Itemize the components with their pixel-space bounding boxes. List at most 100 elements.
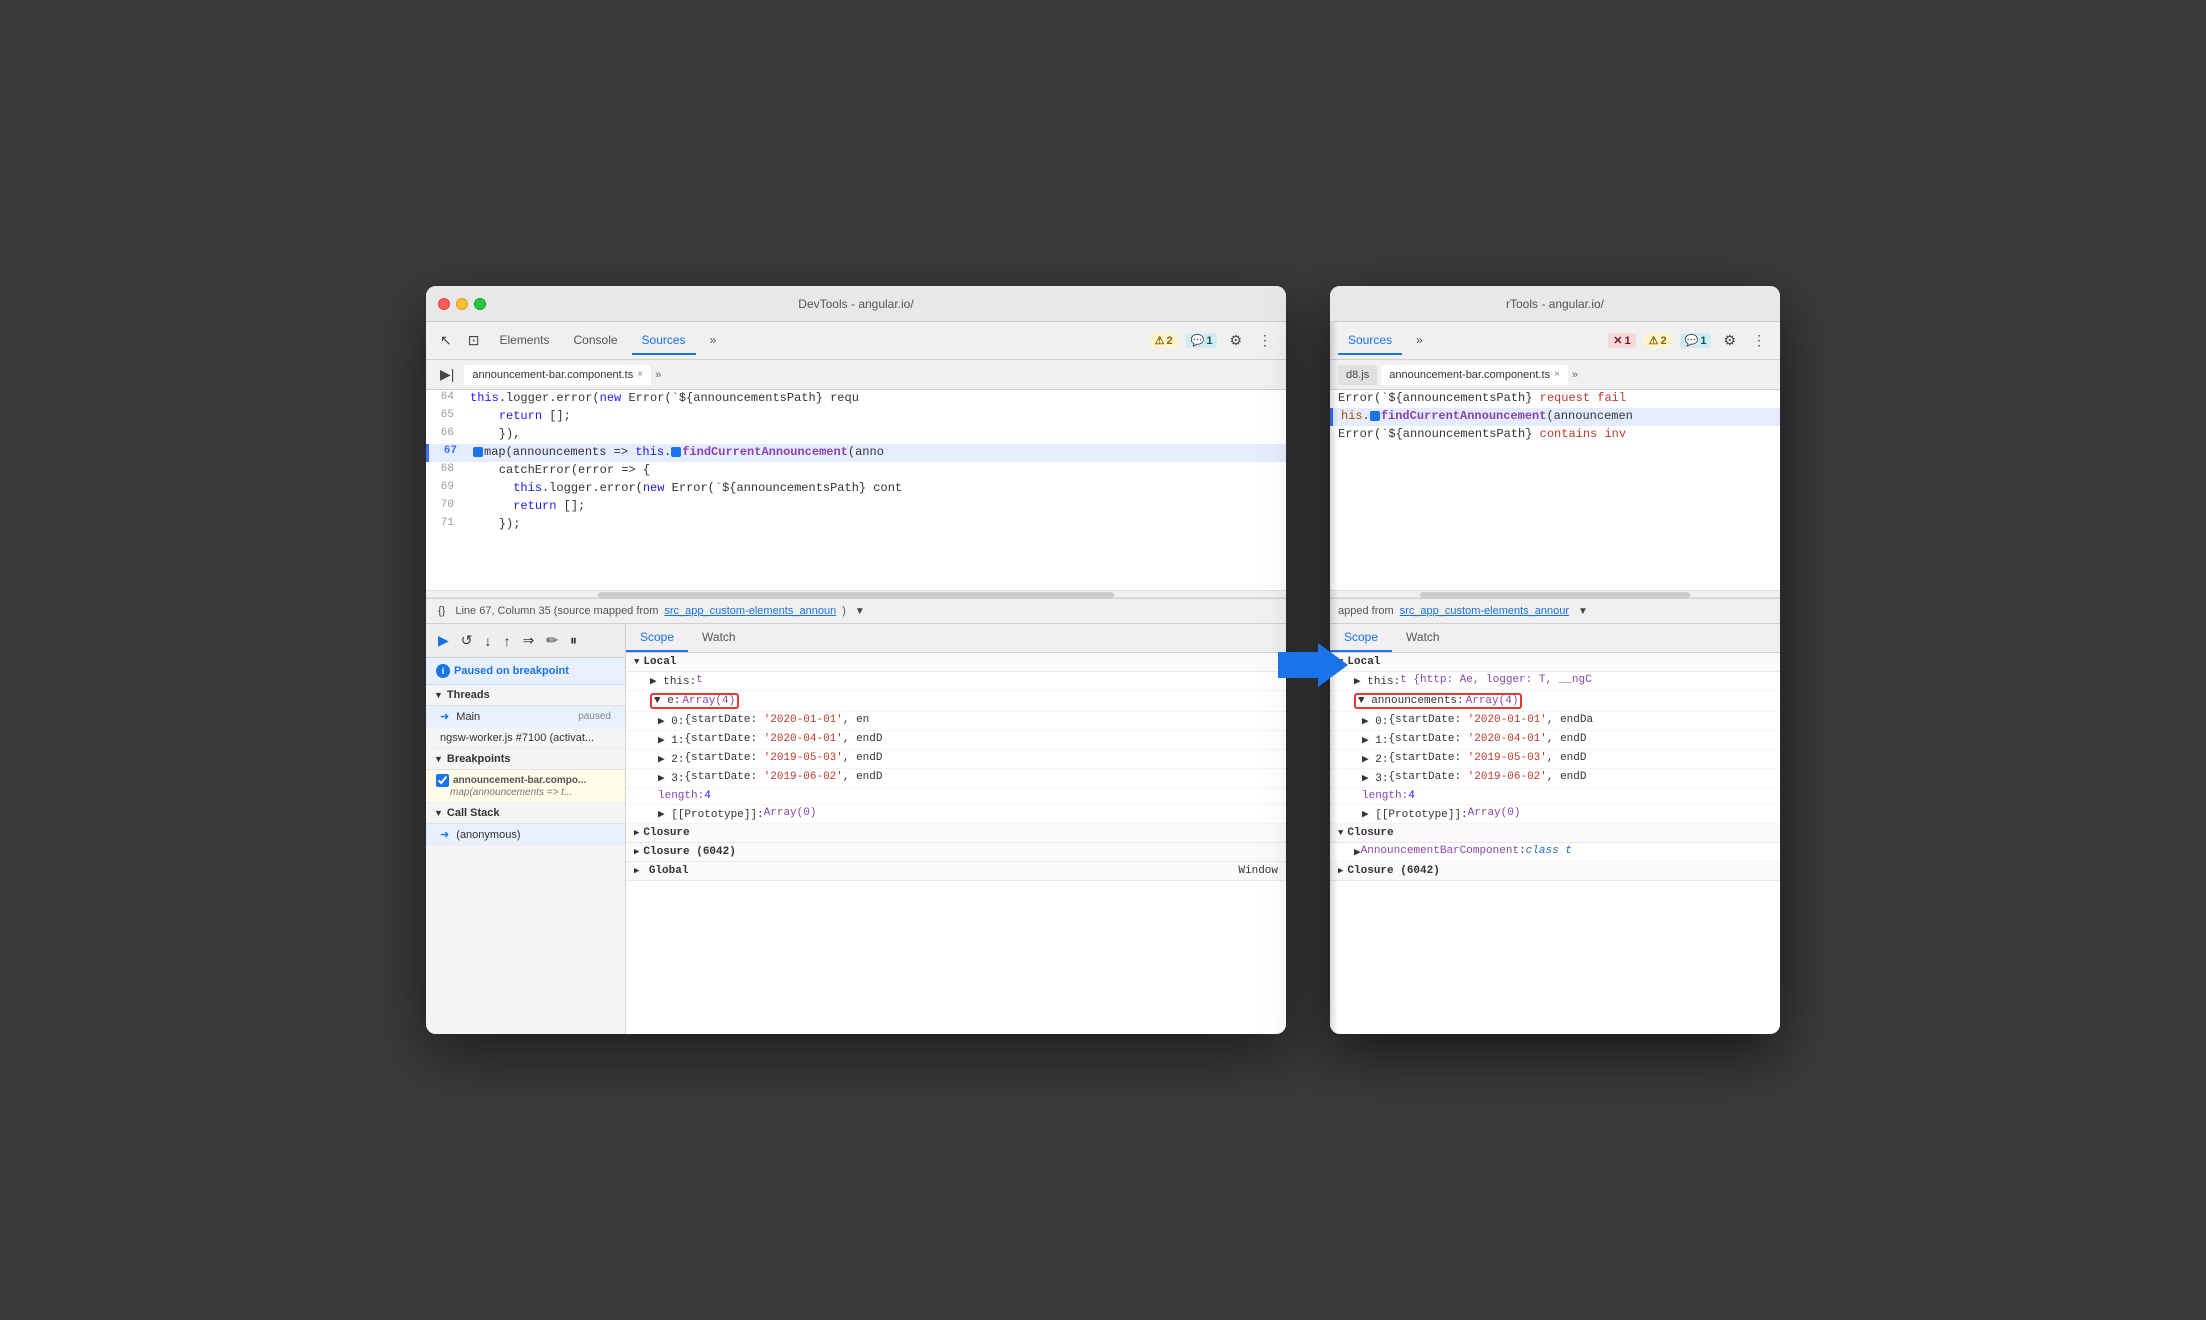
- scope-tab-watch-right[interactable]: Watch: [1392, 624, 1454, 652]
- code-line-67: 67 map(announcements => this.findCurrent…: [426, 444, 1286, 462]
- local-section[interactable]: ▼ Local: [626, 653, 1286, 672]
- file-tab-close-right[interactable]: ×: [1554, 369, 1560, 380]
- window-title-right: rTools - angular.io/: [1506, 297, 1604, 311]
- callstack-item-anon[interactable]: ➜ (anonymous): [426, 824, 625, 846]
- tab-more[interactable]: »: [700, 327, 727, 355]
- file-tab-announcement-right[interactable]: announcement-bar.component.ts ×: [1381, 365, 1568, 385]
- device-toolbar-btn[interactable]: ⊡: [462, 328, 486, 353]
- file-tab-d8[interactable]: d8.js: [1338, 365, 1377, 385]
- closure-label: Closure: [643, 827, 689, 839]
- local-section-right[interactable]: ▼ Local: [1330, 653, 1780, 672]
- right-devtools-window: rTools - angular.io/ Sources » ✕ 1 ⚠ 2 💬…: [1330, 286, 1780, 1034]
- threads-label: Threads: [447, 689, 490, 701]
- debug-toolbar-left: ▶ ↺ ↓ ↑ ⇒ ✏ ⏸: [426, 624, 625, 658]
- thread-ngsw[interactable]: ngsw-worker.js #7100 (activat...: [426, 728, 625, 749]
- format-btn[interactable]: {}: [434, 604, 449, 618]
- menu-btn-left[interactable]: ⋮: [1252, 328, 1278, 353]
- callstack-label: Call Stack: [447, 807, 500, 819]
- source-map-link-left[interactable]: src_app_custom-elements_announ: [664, 605, 836, 617]
- code-line-70: 70 return [];: [426, 498, 1286, 516]
- thread-main[interactable]: ➜ Main paused: [426, 706, 625, 728]
- close-button[interactable]: [438, 298, 450, 310]
- selected-arrow: ➜: [440, 711, 449, 723]
- tab-elements[interactable]: Elements: [489, 327, 559, 355]
- closure-6042-section-right[interactable]: ▶ Closure (6042): [1330, 862, 1780, 881]
- step-btn[interactable]: ⇒: [519, 630, 539, 651]
- scope-panel-left: Scope Watch ▼ Local ▶ this: t ▼ e: Array…: [626, 624, 1286, 1034]
- step-out-btn[interactable]: ↑: [500, 631, 515, 651]
- global-section[interactable]: ▶ Global Window: [626, 862, 1286, 881]
- code-line-69: 69 this.logger.error(new Error(`${announ…: [426, 480, 1286, 498]
- thread-ngsw-label: ngsw-worker.js #7100 (activat...: [440, 732, 594, 744]
- local-triangle: ▼: [634, 657, 639, 667]
- deactivate-btn[interactable]: ✏: [542, 630, 562, 651]
- file-tab-announcement-right-name: announcement-bar.component.ts: [1389, 369, 1550, 381]
- tree-ann-proto: ▶ [[Prototype]]: Array(0): [1330, 805, 1780, 824]
- code-scrollbar-right[interactable]: [1330, 590, 1780, 598]
- status-bar-left: {} Line 67, Column 35 (source mapped fro…: [426, 598, 1286, 624]
- tree-e-proto: ▶ [[Prototype]]: Array(0): [626, 805, 1286, 824]
- bp-checkbox[interactable]: [436, 774, 449, 787]
- tab-sources-right[interactable]: Sources: [1338, 327, 1402, 355]
- announcements-highlight-box: ▼ announcements: Array(4): [1354, 693, 1522, 709]
- closure-6042-section[interactable]: ▶ Closure (6042): [626, 843, 1286, 862]
- status-dropdown-btn[interactable]: ▼: [852, 605, 868, 618]
- paused-text: Paused on breakpoint: [454, 665, 569, 677]
- cursor-tool-btn[interactable]: ↖: [434, 328, 458, 353]
- closure-section[interactable]: ▶ Closure: [626, 824, 1286, 843]
- breakpoints-section-header[interactable]: ▼ Breakpoints: [426, 749, 625, 770]
- status-position-right: apped from: [1338, 605, 1394, 617]
- scope-tree-right: ▼ Local ▶ this: t {http: Ae, logger: T, …: [1330, 653, 1780, 1034]
- step-over-btn[interactable]: ↺: [457, 630, 477, 651]
- step-into-btn[interactable]: ↓: [481, 631, 496, 651]
- title-bar-right: rTools - angular.io/: [1330, 286, 1780, 322]
- code-scrollbar-left[interactable]: [426, 590, 1286, 598]
- bp-triangle: ▼: [434, 754, 443, 764]
- threads-triangle: ▼: [434, 690, 443, 700]
- code-line-r3: Error(`${announcementsPath} contains inv: [1330, 426, 1780, 444]
- tab-console[interactable]: Console: [564, 327, 628, 355]
- tab-sources[interactable]: Sources: [632, 327, 696, 355]
- menu-btn-right[interactable]: ⋮: [1746, 328, 1772, 353]
- file-tab-more[interactable]: »: [655, 369, 661, 381]
- global-value: Window: [1238, 865, 1278, 877]
- settings-btn-right[interactable]: ⚙: [1717, 328, 1742, 353]
- closure-section-right[interactable]: ▼ Closure: [1330, 824, 1780, 843]
- callstack-section-header[interactable]: ▼ Call Stack: [426, 803, 625, 824]
- traffic-lights-left: [438, 298, 486, 310]
- source-map-link-right[interactable]: src_app_custom-elements_annour: [1400, 605, 1569, 617]
- breakpoints-label: Breakpoints: [447, 753, 511, 765]
- status-dropdown-btn-right[interactable]: ▼: [1575, 605, 1591, 618]
- info-badge-right: 💬 1: [1680, 333, 1712, 348]
- file-tab-more-right[interactable]: »: [1572, 369, 1578, 381]
- tab-more-right[interactable]: »: [1406, 327, 1433, 355]
- tree-ann-3: ▶ 3: {startDate: '2019-06-02', endD: [1330, 769, 1780, 788]
- thread-main-label: Main: [456, 711, 480, 723]
- file-tab-announcement[interactable]: announcement-bar.component.ts ×: [464, 365, 651, 385]
- file-tab-close[interactable]: ×: [637, 369, 643, 380]
- local-label-right: Local: [1347, 656, 1380, 668]
- tree-this: ▶ this: t: [626, 672, 1286, 691]
- resume-btn[interactable]: ▶: [434, 630, 453, 651]
- maximize-button[interactable]: [474, 298, 486, 310]
- tree-e-0: ▶ 0: {startDate: '2020-01-01', en: [626, 712, 1286, 731]
- panel-expand-btn[interactable]: ▶|: [434, 362, 460, 387]
- minimize-button[interactable]: [456, 298, 468, 310]
- threads-section-header[interactable]: ▼ Threads: [426, 685, 625, 706]
- settings-btn-left[interactable]: ⚙: [1223, 328, 1248, 353]
- code-line-65: 65 return [];: [426, 408, 1286, 426]
- cs-triangle: ▼: [434, 808, 443, 818]
- left-devtools-window: DevTools - angular.io/ ↖ ⊡ Elements Cons…: [426, 286, 1286, 1034]
- code-line-68: 68 catchError(error => {: [426, 462, 1286, 480]
- tree-this-right: ▶ this: t {http: Ae, logger: T, __ngC: [1330, 672, 1780, 691]
- local-label: Local: [643, 656, 676, 668]
- tree-abc-component: ▶ AnnouncementBarComponent: class t: [1330, 843, 1780, 862]
- scope-tab-scope[interactable]: Scope: [626, 624, 688, 652]
- tree-e-3: ▶ 3: {startDate: '2019-06-02', endD: [626, 769, 1286, 788]
- info-badge-left: 💬 1: [1186, 333, 1218, 348]
- global-label: Global: [649, 865, 689, 877]
- pause-btn[interactable]: ⏸: [566, 630, 581, 651]
- scope-tab-watch[interactable]: Watch: [688, 624, 750, 652]
- title-bar-left: DevTools - angular.io/: [426, 286, 1286, 322]
- closure-label-right: Closure: [1347, 827, 1393, 839]
